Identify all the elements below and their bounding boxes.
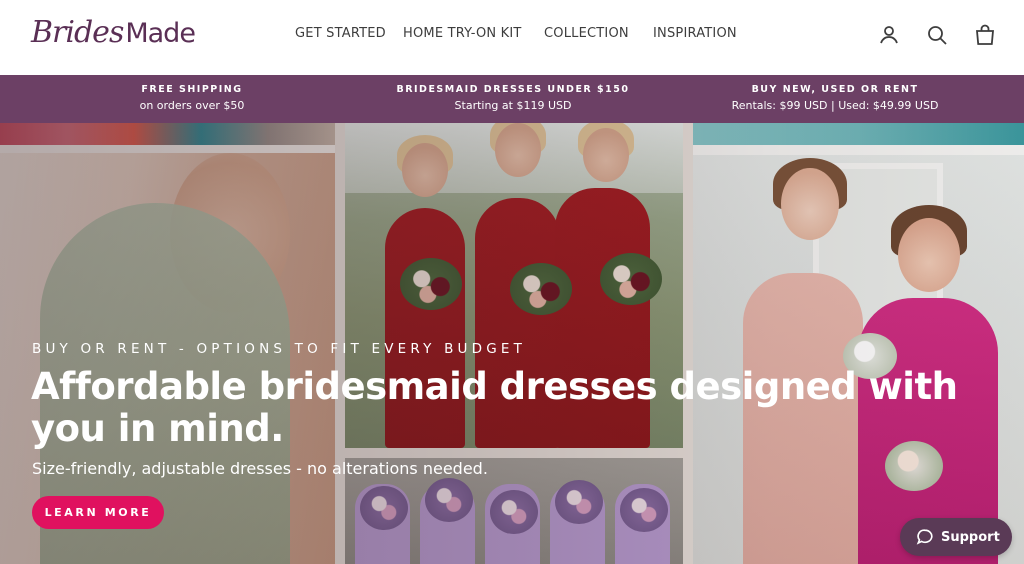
nav-home-try-on-kit[interactable]: HOME TRY-ON KIT <box>403 26 522 41</box>
nav-collection[interactable]: COLLECTION <box>544 26 629 41</box>
nav-get-started[interactable]: GET STARTED <box>295 26 386 41</box>
announcement-subtitle: Starting at $119 USD <box>454 99 572 112</box>
hero-eyebrow: BUY OR RENT - OPTIONS TO FIT EVERY BUDGE… <box>32 341 527 357</box>
search-icon[interactable] <box>925 23 949 47</box>
chat-bubble-icon <box>916 528 941 546</box>
account-icon[interactable] <box>877 23 901 47</box>
announcement-title: BRIDESMAID DRESSES UNDER $150 <box>396 84 630 95</box>
nav-inspiration[interactable]: INSPIRATION <box>653 26 737 41</box>
announcement-title: BUY NEW, USED OR RENT <box>751 84 919 95</box>
announcement-bar: FREE SHIPPING on orders over $50 BRIDESM… <box>0 75 1024 123</box>
learn-more-button[interactable]: LEARN MORE <box>32 496 164 529</box>
announcement-buy-used-rent: BUY NEW, USED OR RENT Rentals: $99 USD |… <box>685 83 985 114</box>
site-header: Brides Made GET STARTED HOME TRY-ON KIT … <box>0 0 1024 75</box>
announcement-free-shipping: FREE SHIPPING on orders over $50 <box>42 83 342 114</box>
logo-sans-text: Made <box>125 18 196 49</box>
support-label: Support <box>941 529 1000 545</box>
announcement-subtitle: on orders over $50 <box>139 99 245 112</box>
announcement-title: FREE SHIPPING <box>141 84 243 95</box>
logo-script-text: Brides <box>31 15 124 50</box>
brand-logo[interactable]: Brides Made <box>31 15 196 55</box>
announcement-subtitle: Rentals: $99 USD | Used: $49.99 USD <box>731 99 939 112</box>
hero-title: Affordable bridesmaid dresses designed w… <box>31 365 958 450</box>
announcement-under-150: BRIDESMAID DRESSES UNDER $150 Starting a… <box>363 83 663 114</box>
support-chat-button[interactable]: Support <box>900 518 1012 556</box>
cart-icon[interactable] <box>973 23 997 47</box>
hero-subtitle: Size-friendly, adjustable dresses - no a… <box>32 459 488 478</box>
hero-banner: BUY OR RENT - OPTIONS TO FIT EVERY BUDGE… <box>0 123 1024 564</box>
